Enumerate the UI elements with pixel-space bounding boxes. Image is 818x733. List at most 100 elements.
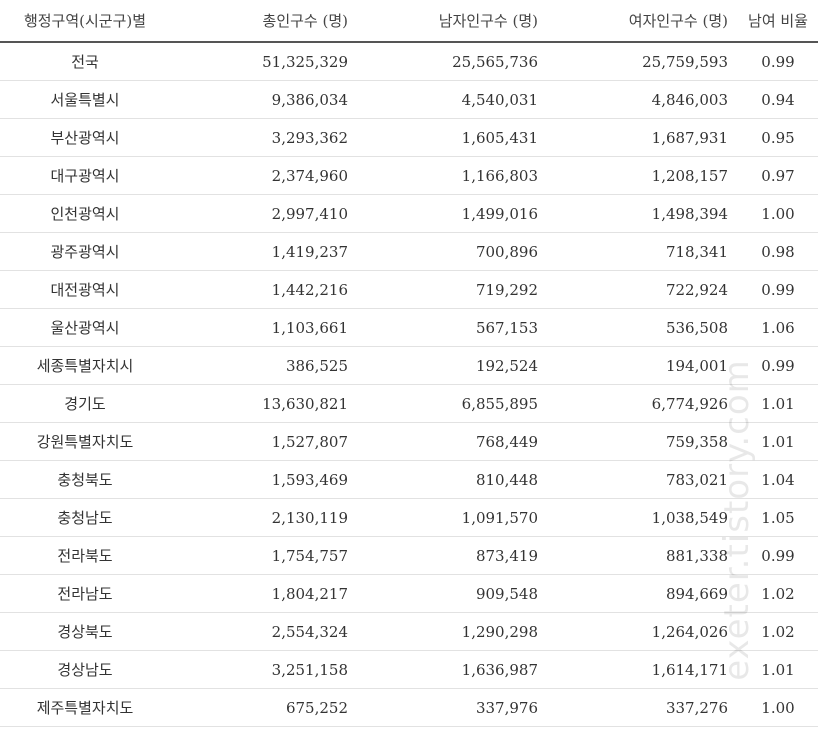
cell-region: 세종특별자치시 xyxy=(0,346,170,385)
cell-male-population: 1,499,016 xyxy=(358,194,548,233)
header-region: 행정구역(시군구)별 xyxy=(0,0,170,43)
cell-total-population: 675,252 xyxy=(170,688,358,727)
cell-total-population: 3,251,158 xyxy=(170,650,358,689)
cell-total-population: 1,804,217 xyxy=(170,574,358,613)
table-row: 제주특별자치도 675,252 337,976 337,276 1.00 xyxy=(0,688,818,727)
cell-total-population: 1,527,807 xyxy=(170,422,358,461)
table-row: 전라남도 1,804,217 909,548 894,669 1.02 xyxy=(0,574,818,613)
cell-male-population: 192,524 xyxy=(358,346,548,385)
table-header: 행정구역(시군구)별 총인구수 (명) 남자인구수 (명) 여자인구수 (명) … xyxy=(0,0,818,43)
cell-region: 경기도 xyxy=(0,384,170,423)
cell-female-population: 881,338 xyxy=(548,536,738,575)
header-sex-ratio: 남여 비율 xyxy=(738,0,818,43)
cell-sex-ratio: 1.06 xyxy=(738,308,818,347)
cell-region: 광주광역시 xyxy=(0,232,170,271)
cell-sex-ratio: 1.01 xyxy=(738,384,818,423)
table-row: 광주광역시 1,419,237 700,896 718,341 0.98 xyxy=(0,232,818,271)
cell-region: 부산광역시 xyxy=(0,118,170,157)
table-row: 경기도 13,630,821 6,855,895 6,774,926 1.01 xyxy=(0,384,818,423)
cell-region: 제주특별자치도 xyxy=(0,688,170,727)
table-row: 충청남도 2,130,119 1,091,570 1,038,549 1.05 xyxy=(0,498,818,537)
table-row: 인천광역시 2,997,410 1,499,016 1,498,394 1.00 xyxy=(0,194,818,233)
cell-total-population: 51,325,329 xyxy=(170,42,358,81)
cell-region: 전라남도 xyxy=(0,574,170,613)
population-table: 행정구역(시군구)별 총인구수 (명) 남자인구수 (명) 여자인구수 (명) … xyxy=(0,0,818,727)
cell-female-population: 718,341 xyxy=(548,232,738,271)
cell-male-population: 719,292 xyxy=(358,270,548,309)
cell-male-population: 768,449 xyxy=(358,422,548,461)
cell-female-population: 894,669 xyxy=(548,574,738,613)
cell-female-population: 1,498,394 xyxy=(548,194,738,233)
cell-female-population: 1,038,549 xyxy=(548,498,738,537)
header-male-population: 남자인구수 (명) xyxy=(358,0,548,43)
table-row: 충청북도 1,593,469 810,448 783,021 1.04 xyxy=(0,460,818,499)
cell-female-population: 722,924 xyxy=(548,270,738,309)
cell-male-population: 6,855,895 xyxy=(358,384,548,423)
table-row: 전라북도 1,754,757 873,419 881,338 0.99 xyxy=(0,536,818,575)
cell-female-population: 783,021 xyxy=(548,460,738,499)
table-row: 세종특별자치시 386,525 192,524 194,001 0.99 xyxy=(0,346,818,385)
cell-sex-ratio: 1.02 xyxy=(738,574,818,613)
cell-female-population: 1,687,931 xyxy=(548,118,738,157)
cell-total-population: 2,130,119 xyxy=(170,498,358,537)
cell-male-population: 700,896 xyxy=(358,232,548,271)
cell-region: 충청남도 xyxy=(0,498,170,537)
cell-region: 경상북도 xyxy=(0,612,170,651)
cell-male-population: 25,565,736 xyxy=(358,42,548,81)
cell-sex-ratio: 1.01 xyxy=(738,422,818,461)
table-row: 전국 51,325,329 25,565,736 25,759,593 0.99 xyxy=(0,42,818,81)
cell-region: 서울특별시 xyxy=(0,80,170,119)
cell-total-population: 1,593,469 xyxy=(170,460,358,499)
table-row: 울산광역시 1,103,661 567,153 536,508 1.06 xyxy=(0,308,818,347)
cell-sex-ratio: 0.99 xyxy=(738,42,818,81)
cell-male-population: 567,153 xyxy=(358,308,548,347)
cell-total-population: 1,442,216 xyxy=(170,270,358,309)
cell-total-population: 2,997,410 xyxy=(170,194,358,233)
cell-male-population: 1,166,803 xyxy=(358,156,548,195)
cell-region: 경상남도 xyxy=(0,650,170,689)
cell-region: 전국 xyxy=(0,42,170,81)
cell-female-population: 194,001 xyxy=(548,346,738,385)
cell-total-population: 2,554,324 xyxy=(170,612,358,651)
cell-total-population: 3,293,362 xyxy=(170,118,358,157)
cell-total-population: 13,630,821 xyxy=(170,384,358,423)
cell-sex-ratio: 1.00 xyxy=(738,194,818,233)
cell-female-population: 1,614,171 xyxy=(548,650,738,689)
cell-male-population: 1,091,570 xyxy=(358,498,548,537)
cell-sex-ratio: 0.97 xyxy=(738,156,818,195)
cell-male-population: 909,548 xyxy=(358,574,548,613)
cell-female-population: 337,276 xyxy=(548,688,738,727)
cell-region: 충청북도 xyxy=(0,460,170,499)
cell-region: 전라북도 xyxy=(0,536,170,575)
cell-total-population: 2,374,960 xyxy=(170,156,358,195)
cell-female-population: 759,358 xyxy=(548,422,738,461)
cell-female-population: 6,774,926 xyxy=(548,384,738,423)
cell-male-population: 4,540,031 xyxy=(358,80,548,119)
table-row: 부산광역시 3,293,362 1,605,431 1,687,931 0.95 xyxy=(0,118,818,157)
cell-sex-ratio: 1.00 xyxy=(738,688,818,727)
cell-sex-ratio: 0.94 xyxy=(738,80,818,119)
cell-sex-ratio: 0.99 xyxy=(738,270,818,309)
header-total-population: 총인구수 (명) xyxy=(170,0,358,43)
cell-total-population: 9,386,034 xyxy=(170,80,358,119)
cell-male-population: 1,290,298 xyxy=(358,612,548,651)
cell-female-population: 4,846,003 xyxy=(548,80,738,119)
table-row: 경상남도 3,251,158 1,636,987 1,614,171 1.01 xyxy=(0,650,818,689)
table-row: 대구광역시 2,374,960 1,166,803 1,208,157 0.97 xyxy=(0,156,818,195)
cell-male-population: 1,636,987 xyxy=(358,650,548,689)
cell-sex-ratio: 1.01 xyxy=(738,650,818,689)
header-female-population: 여자인구수 (명) xyxy=(548,0,738,43)
cell-region: 대구광역시 xyxy=(0,156,170,195)
cell-region: 강원특별자치도 xyxy=(0,422,170,461)
cell-female-population: 25,759,593 xyxy=(548,42,738,81)
cell-total-population: 1,754,757 xyxy=(170,536,358,575)
header-row: 행정구역(시군구)별 총인구수 (명) 남자인구수 (명) 여자인구수 (명) … xyxy=(0,0,818,43)
table-row: 강원특별자치도 1,527,807 768,449 759,358 1.01 xyxy=(0,422,818,461)
cell-total-population: 386,525 xyxy=(170,346,358,385)
cell-sex-ratio: 1.04 xyxy=(738,460,818,499)
table-row: 서울특별시 9,386,034 4,540,031 4,846,003 0.94 xyxy=(0,80,818,119)
cell-sex-ratio: 0.98 xyxy=(738,232,818,271)
table-body: 전국 51,325,329 25,565,736 25,759,593 0.99 서울특별… xyxy=(0,42,818,727)
cell-female-population: 1,208,157 xyxy=(548,156,738,195)
cell-male-population: 1,605,431 xyxy=(358,118,548,157)
